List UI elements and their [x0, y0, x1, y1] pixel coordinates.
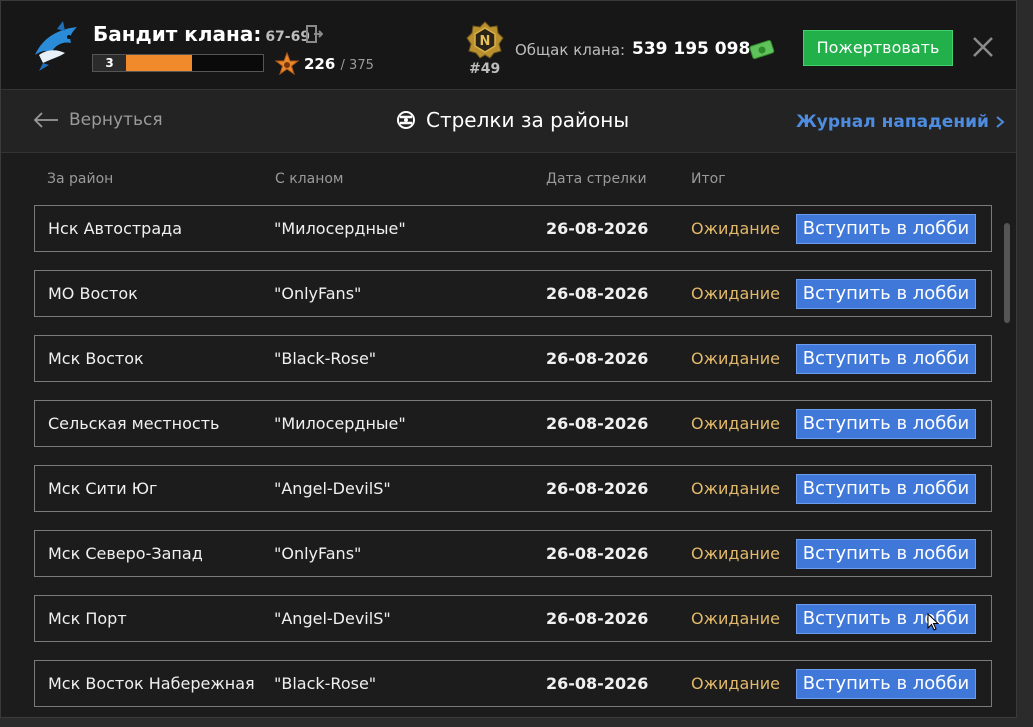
- leave-clan-icon[interactable]: [305, 25, 323, 43]
- date-cell: 26-08-2026: [546, 609, 649, 628]
- back-label: Вернуться: [69, 110, 163, 130]
- table-row: МО Восток "OnlyFans" 26-08-2026 Ожидание Вст…: [34, 270, 992, 317]
- join-lobby-button[interactable]: Вступить в лобби: [796, 669, 976, 699]
- result-cell: Ожидание: [691, 479, 780, 498]
- clan-turf-wars-window: Бандит клана: 67-69 3 226 / 375 N #49 Общ…: [0, 0, 1017, 718]
- clan-cell: "Black-Rose": [274, 674, 377, 693]
- reputation-counter: 226 / 375: [304, 55, 374, 73]
- date-cell: 26-08-2026: [546, 674, 649, 693]
- rank-range: 67-69: [265, 29, 311, 45]
- join-lobby-button[interactable]: Вступить в лобби: [796, 539, 976, 569]
- result-cell: Ожидание: [691, 414, 780, 433]
- district-cell: Сельская местность: [48, 414, 220, 433]
- page-title-text: Стрелки за районы: [426, 108, 630, 132]
- result-cell: Ожидание: [691, 674, 780, 693]
- district-cell: Мск Восток Набережная: [48, 674, 255, 693]
- join-lobby-button[interactable]: Вступить в лобби: [796, 279, 976, 309]
- header-bar: Бандит клана: 67-69 3 226 / 375 N #49 Общ…: [1, 1, 1016, 90]
- date-cell: 26-08-2026: [546, 479, 649, 498]
- date-cell: 26-08-2026: [546, 284, 649, 303]
- reputation-star-icon: [275, 52, 299, 76]
- arrow-left-icon: [33, 112, 58, 128]
- district-cell: Мск Сити Юг: [48, 479, 158, 498]
- result-cell: Ожидание: [691, 219, 780, 238]
- district-cell: Нск Автострада: [48, 219, 183, 238]
- crossed-guns-icon: [397, 111, 415, 129]
- column-header-district: За район: [47, 171, 114, 187]
- mouse-cursor-icon: [927, 613, 939, 631]
- reputation-value: 226: [304, 55, 336, 73]
- district-cell: Мск Восток: [48, 349, 144, 368]
- clan-cell: "Милосердные": [274, 219, 406, 238]
- clan-emblem-icon: N: [466, 21, 504, 59]
- clan-rank-title: Бандит клана: 67-69: [93, 22, 310, 46]
- clan-bank-label: Общак клана:: [515, 41, 626, 59]
- table-row: Нск Автострада "Милосердные" 26-08-2026 Ожи…: [34, 205, 992, 252]
- table-row: Сельская местность "Милосердные" 26-08-202…: [34, 400, 992, 447]
- column-header-result: Итог: [691, 171, 726, 187]
- level-number: 3: [93, 55, 126, 71]
- table-row: Мск Восток Набережная "Black-Rose" 26-08-2…: [34, 660, 992, 707]
- navigation-bar: Вернуться Стрелки за районы Журнал напад…: [1, 90, 1016, 153]
- clan-cell: "Angel-DevilS": [274, 479, 391, 498]
- clan-cell: "Милосердные": [274, 414, 406, 433]
- turf-war-list: Нск Автострада "Милосердные" 26-08-2026 Ожи…: [34, 205, 992, 717]
- result-cell: Ожидание: [691, 544, 780, 563]
- result-cell: Ожидание: [691, 609, 780, 628]
- result-cell: Ожидание: [691, 284, 780, 303]
- clan-cell: "OnlyFans": [274, 544, 362, 563]
- clan-rank-position: #49: [469, 61, 501, 77]
- table-row: Мск Сити Юг "Angel-DevilS" 26-08-2026 Ожида…: [34, 465, 992, 512]
- scrollbar-thumb[interactable]: [1004, 223, 1010, 323]
- chevron-right-icon: [996, 116, 1005, 128]
- column-header-date: Дата стрелки: [546, 171, 647, 187]
- donate-button[interactable]: Пожертвовать: [803, 30, 953, 66]
- clan-cell: "OnlyFans": [274, 284, 362, 303]
- result-cell: Ожидание: [691, 349, 780, 368]
- page-title: Стрелки за районы: [396, 108, 629, 132]
- close-icon[interactable]: [971, 35, 995, 59]
- cash-icon: [749, 39, 775, 60]
- join-lobby-button[interactable]: Вступить в лобби: [796, 214, 976, 244]
- date-cell: 26-08-2026: [546, 544, 649, 563]
- back-button[interactable]: Вернуться: [33, 110, 163, 130]
- clan-badge-letter: N: [480, 34, 491, 49]
- district-cell: Мск Северо-Запад: [48, 544, 203, 563]
- clan-cell: "Black-Rose": [274, 349, 377, 368]
- level-progress-bar: 3: [92, 54, 264, 72]
- level-progress-fill: [126, 55, 192, 71]
- reputation-max: / 375: [340, 58, 374, 73]
- table-row: Мск Восток "Black-Rose" 26-08-2026 Ожидание…: [34, 335, 992, 382]
- date-cell: 26-08-2026: [546, 414, 649, 433]
- district-cell: Мск Порт: [48, 609, 127, 628]
- join-lobby-button[interactable]: Вступить в лобби: [796, 409, 976, 439]
- column-header-clan: С кланом: [275, 171, 344, 187]
- join-lobby-button[interactable]: Вступить в лобби: [796, 344, 976, 374]
- table-row: Мск Северо-Запад "OnlyFans" 26-08-2026 Ожид…: [34, 530, 992, 577]
- attack-log-link[interactable]: Журнал нападений: [796, 112, 1005, 132]
- clan-shark-logo-icon: [35, 21, 77, 71]
- date-cell: 26-08-2026: [546, 219, 649, 238]
- rank-title-text: Бандит клана:: [93, 22, 262, 46]
- table-row: Мск Порт "Angel-DevilS" 26-08-2026 Ожидание…: [34, 595, 992, 642]
- date-cell: 26-08-2026: [546, 349, 649, 368]
- join-lobby-button[interactable]: Вступить в лобби: [796, 604, 976, 634]
- join-lobby-button[interactable]: Вступить в лобби: [796, 474, 976, 504]
- clan-bank-value: 539 195 098: [632, 39, 751, 59]
- attack-log-label: Журнал нападений: [796, 112, 989, 132]
- district-cell: МО Восток: [48, 284, 138, 303]
- clan-cell: "Angel-DevilS": [274, 609, 391, 628]
